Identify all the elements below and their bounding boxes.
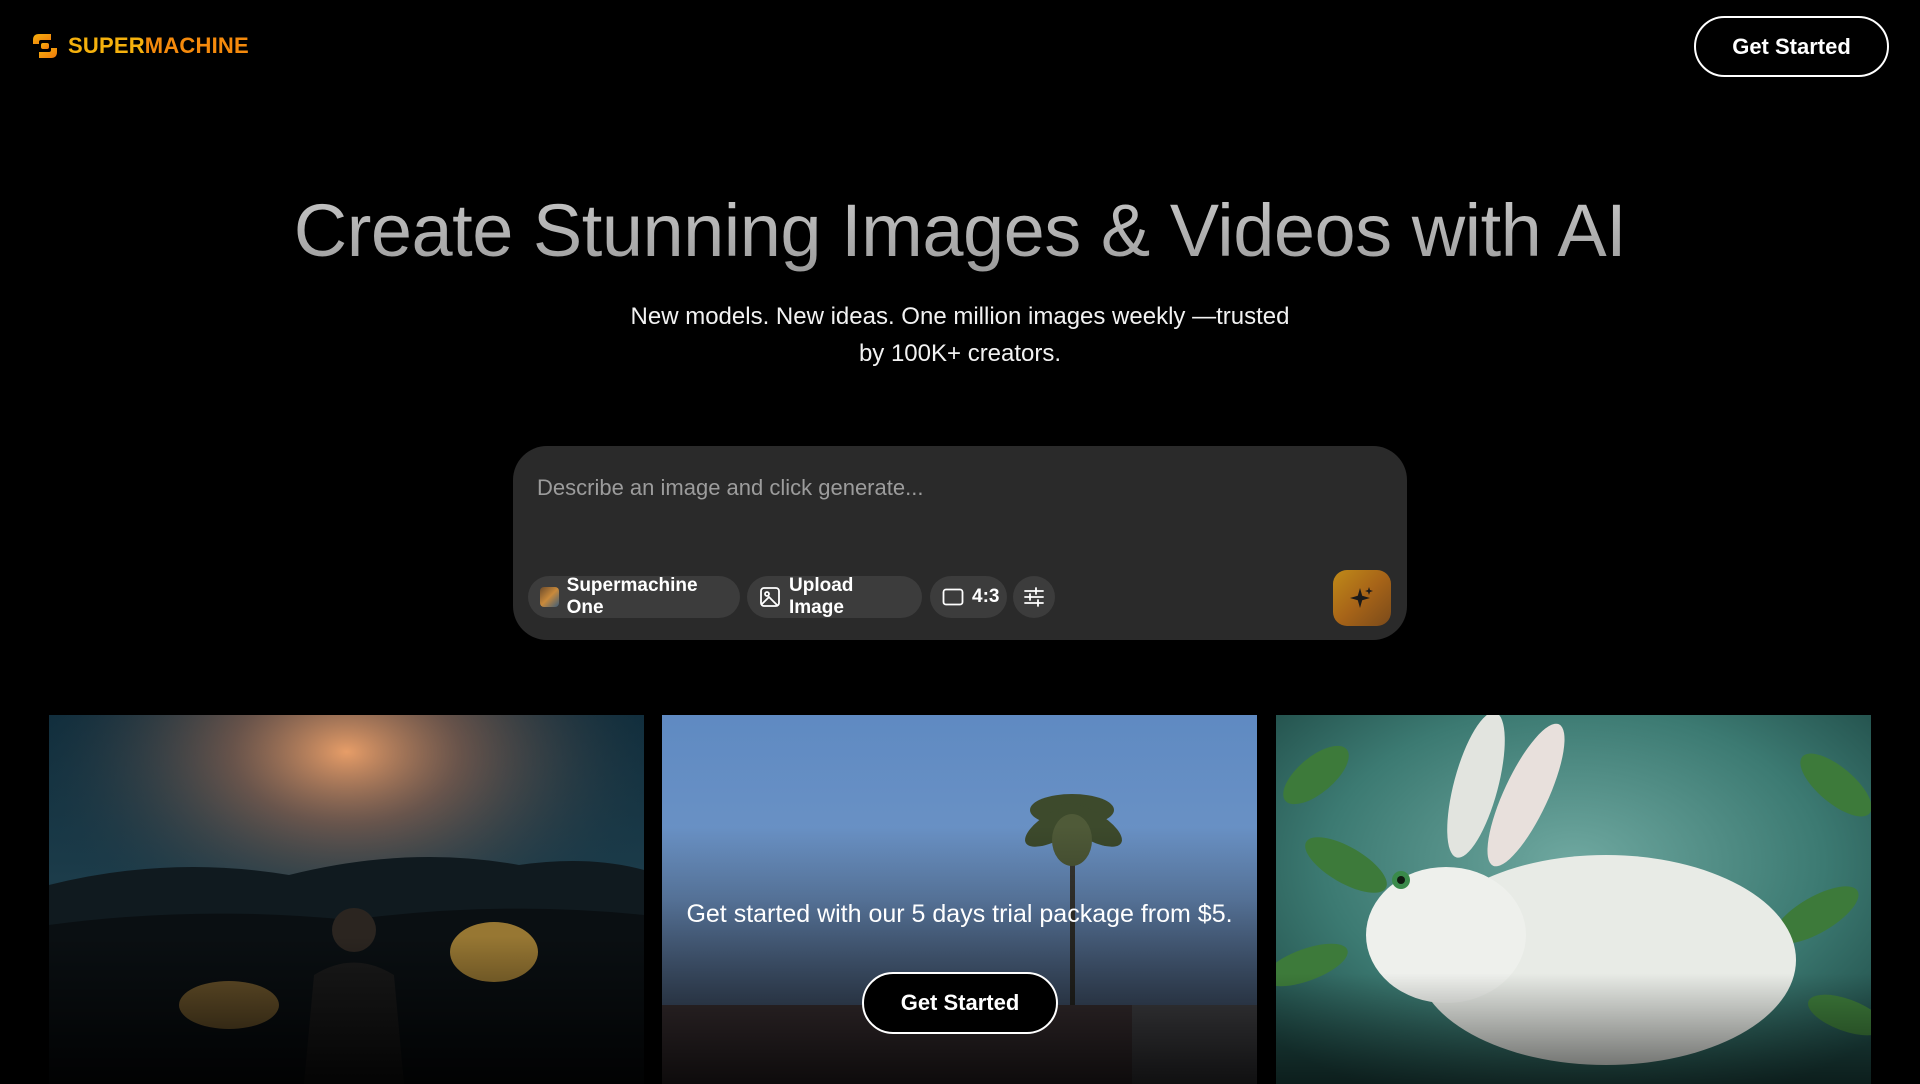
gallery-card-drummer[interactable] xyxy=(49,715,644,1084)
aspect-ratio-icon xyxy=(942,588,964,606)
generate-button[interactable] xyxy=(1333,570,1391,626)
gallery-card-rabbit[interactable] xyxy=(1276,715,1871,1084)
upload-label: Upload Image xyxy=(789,575,854,618)
gallery-card-trial: Get started with our 5 days trial packag… xyxy=(662,715,1257,1084)
logo-mark-icon xyxy=(33,34,57,58)
top-header: SUPERMACHINE Get Started xyxy=(0,0,1920,94)
brand-logo[interactable]: SUPERMACHINE xyxy=(30,31,249,61)
landing-page: SUPERMACHINE Get Started Create Stunning… xyxy=(0,0,1920,1084)
prompt-panel: Supermachine One Upload Image 4:3 xyxy=(513,446,1407,640)
settings-button[interactable] xyxy=(1013,576,1055,618)
white-rabbit-image xyxy=(1276,715,1871,1084)
sliders-icon xyxy=(1024,587,1044,607)
brand-name-part1: SUPER xyxy=(68,33,145,58)
ratio-label: 4:3 xyxy=(972,586,1000,607)
image-icon xyxy=(760,587,780,607)
prompt-input[interactable] xyxy=(537,468,1377,508)
aspect-ratio-button[interactable]: 4:3 xyxy=(930,576,1007,618)
hero-subtitle-line2: by 100K+ creators. xyxy=(858,340,1062,367)
header-get-started-button[interactable]: Get Started xyxy=(1694,16,1889,77)
trial-offer-text: Get started with our 5 days trial packag… xyxy=(686,900,1233,928)
hero-title: Create Stunning Images & Videos with AI xyxy=(0,188,1920,273)
brand-name-part2: MACHINE xyxy=(144,33,249,58)
hero-subtitle: New models. New ideas. One million image… xyxy=(610,298,1310,372)
hero-subtitle-line1: New models. New ideas. One million image… xyxy=(630,303,1290,330)
model-avatar-icon xyxy=(540,587,559,607)
sparkles-icon xyxy=(1350,587,1373,608)
trial-get-started-button[interactable]: Get Started xyxy=(862,972,1058,1034)
brand-wordmark: SUPERMACHINE xyxy=(68,33,249,59)
upload-image-button[interactable]: Upload Image xyxy=(747,575,922,618)
model-selector-button[interactable]: Supermachine One xyxy=(528,575,740,618)
model-label: Supermachine One xyxy=(566,575,698,618)
drummer-image xyxy=(49,715,644,1084)
